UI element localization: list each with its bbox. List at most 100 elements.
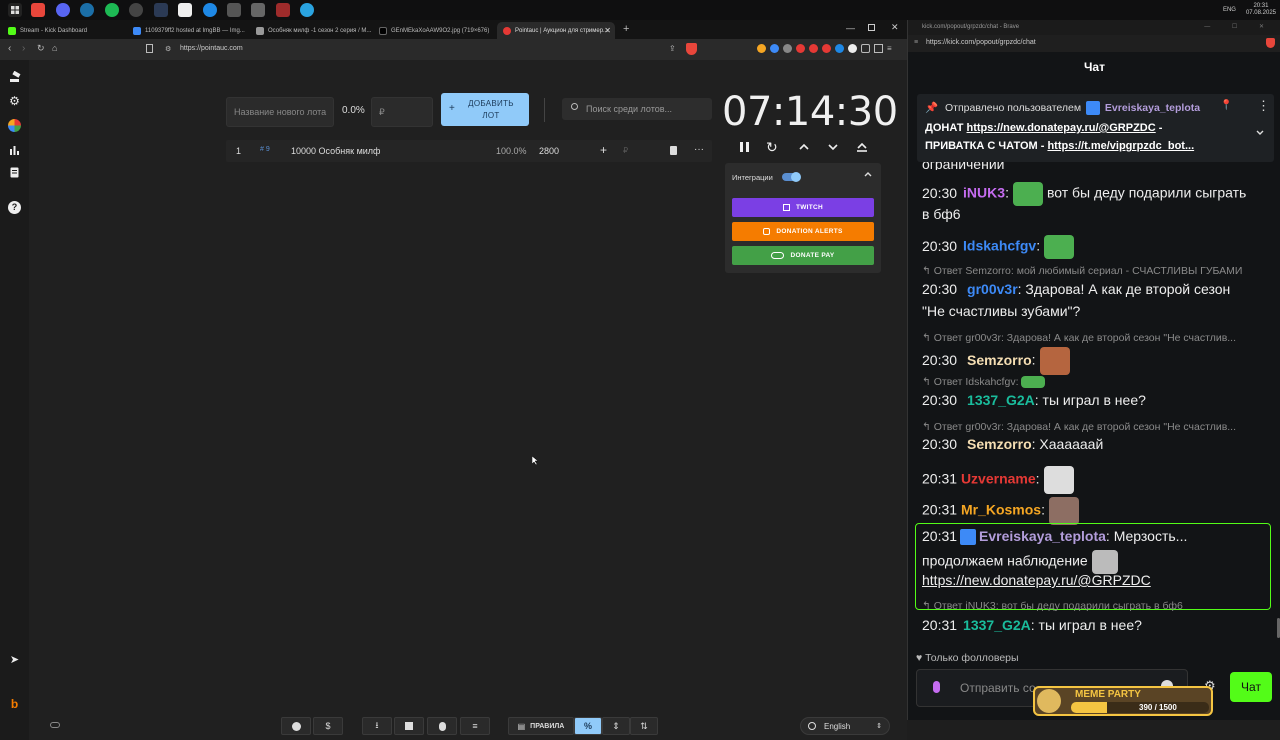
tab-series[interactable]: Особняк милф -1 сезон 2 серия / M...	[250, 22, 372, 39]
time-up-icon[interactable]	[797, 140, 811, 154]
share-icon[interactable]: ⇪	[669, 44, 676, 53]
statistics-icon[interactable]	[8, 143, 21, 156]
send-chat-button[interactable]: Чат	[1230, 672, 1272, 702]
extension-icon[interactable]	[835, 44, 844, 53]
add-lot-button[interactable]: + ДОБАВИТЬ ЛОТ	[441, 93, 529, 126]
message-user[interactable]: gr00v3r	[967, 281, 1018, 297]
message-user[interactable]: 1337_G2A	[963, 617, 1031, 633]
spotify-taskbar-icon[interactable]	[105, 3, 119, 17]
reply-reference[interactable]: ↰ Ответ gr00v3r: Здарова! А как де второ…	[922, 421, 1236, 433]
wheel-icon[interactable]	[8, 119, 21, 132]
donate-pay-integration-button[interactable]: DONATE PAY	[732, 246, 874, 265]
message-user[interactable]: Semzorro	[967, 352, 1032, 368]
new-tab-icon[interactable]: +	[623, 23, 629, 35]
donation-alerts-integration-button[interactable]: DONATION ALERTS	[732, 222, 874, 241]
lot-search-input[interactable]: Поиск среди лотов...	[562, 98, 712, 120]
extension-icon[interactable]	[796, 44, 805, 53]
tab-pointauc[interactable]: Pointauc | Аукцион для стример... ✕	[497, 22, 615, 39]
extension-icon[interactable]	[770, 44, 779, 53]
extension-icon[interactable]	[809, 44, 818, 53]
restart-icon[interactable]: ↻	[766, 140, 780, 154]
help-icon[interactable]: ?	[8, 201, 21, 214]
app-taskbar-icon[interactable]	[154, 3, 168, 17]
time-double-up-icon[interactable]	[855, 140, 869, 154]
extension-icon[interactable]	[757, 44, 766, 53]
new-lot-price-input[interactable]: ₽	[371, 97, 433, 127]
more-options-icon[interactable]: ···	[694, 144, 704, 155]
telegram-taskbar-icon[interactable]	[300, 3, 314, 17]
message-user[interactable]: iNUK3	[963, 185, 1005, 201]
time-down-icon[interactable]	[826, 140, 840, 154]
extension-icon[interactable]	[848, 44, 857, 53]
message-user[interactable]: Idskahcfgv	[963, 238, 1036, 254]
lot-add-button[interactable]: +	[600, 143, 607, 157]
extension-icon[interactable]	[783, 44, 792, 53]
tab-imgbb[interactable]: 1109379ff2 hosted at ImgBB — Img...	[127, 22, 249, 39]
reply-reference[interactable]: ↰ Ответ gr00v3r: Здарова! А как де второ…	[922, 332, 1236, 344]
clock[interactable]: 20:31 07.08.2025	[1246, 3, 1276, 17]
discord-taskbar-icon[interactable]	[56, 3, 70, 17]
tab-image-x[interactable]: GEnMEkaXoAAW9O2.jpg (719×676)	[373, 22, 495, 39]
home-icon[interactable]: ⌂	[52, 43, 57, 53]
site-settings-icon[interactable]: ≡	[914, 39, 918, 46]
reload-icon[interactable]: ↻	[37, 43, 45, 54]
history-clipboard-icon[interactable]	[8, 166, 21, 179]
app4-taskbar-icon[interactable]	[251, 3, 265, 17]
boosty-icon[interactable]: b	[8, 698, 21, 711]
chat-url[interactable]: https://kick.com/popout/grpzdc/chat	[926, 39, 1036, 46]
reply-reference[interactable]: ↰ Ответ iNUK3: вот бы деду подарили сыгр…	[922, 600, 1183, 612]
brave-shield-icon[interactable]	[1266, 38, 1275, 48]
reply-reference[interactable]: ↰ Ответ Semzorro: мой любимый сериал - С…	[922, 265, 1242, 277]
message-user[interactable]: Semzorro	[967, 436, 1032, 452]
expand-chevron-icon[interactable]	[1255, 128, 1265, 138]
visibility-eye-icon[interactable]	[50, 722, 60, 728]
pinned-telegram-link[interactable]: https://t.me/vipgrpzdc_bot...	[1047, 140, 1194, 152]
menu-icon[interactable]: ≡	[887, 44, 892, 53]
unpin-icon[interactable]: 📍	[1220, 100, 1232, 111]
message-user[interactable]: Uzvername	[961, 471, 1036, 487]
obs-taskbar-icon[interactable]	[129, 3, 143, 17]
collapse-chevron-icon[interactable]	[863, 169, 873, 179]
bookmark-icon[interactable]	[146, 44, 153, 53]
minimize-icon[interactable]: —	[846, 23, 855, 33]
steam-taskbar-icon[interactable]	[80, 3, 94, 17]
lot-row[interactable]: 1 # 9 10000 Особняк милф 100.0% 2800 + ₽…	[226, 140, 712, 162]
settings-gear-icon[interactable]: ⚙	[8, 95, 21, 108]
reply-reference[interactable]: ↰ Ответ Idskahcfgv:	[922, 376, 1046, 389]
close-tab-icon[interactable]: ✕	[604, 26, 611, 35]
auction-hammer-icon[interactable]	[8, 71, 21, 84]
lot-amount[interactable]: 2800	[539, 146, 559, 156]
app5-taskbar-icon[interactable]	[276, 3, 290, 17]
microphone-icon[interactable]	[933, 681, 940, 693]
app3-taskbar-icon[interactable]	[227, 3, 241, 17]
app2-taskbar-icon[interactable]	[203, 3, 217, 17]
forward-icon[interactable]: ›	[22, 43, 25, 54]
site-settings-icon[interactable]: ⚙	[165, 45, 171, 53]
maximize-icon[interactable]	[868, 24, 875, 31]
new-lot-name-input[interactable]: Название нового лота	[226, 97, 334, 127]
message-user[interactable]: 1337_G2A	[967, 392, 1035, 408]
close-app-taskbar-icon[interactable]	[178, 3, 192, 17]
lot-add-amount-input[interactable]: ₽	[623, 146, 628, 155]
sidebar-toggle-icon[interactable]	[874, 44, 883, 53]
pinned-user[interactable]: Evreiskaya_teplota	[1105, 102, 1200, 114]
message-user[interactable]: Evreiskaya_teplota	[979, 528, 1106, 544]
tab-kick-dashboard[interactable]: Stream - Kick Dashboard	[2, 22, 124, 39]
telegram-icon[interactable]: ➤	[8, 654, 21, 667]
brave-shield-icon[interactable]	[686, 43, 697, 55]
brave-taskbar-icon[interactable]	[31, 3, 45, 17]
pinned-more-icon[interactable]: ⋮	[1257, 98, 1270, 114]
pause-icon[interactable]	[738, 140, 752, 154]
url-text[interactable]: https://pointauc.com	[180, 45, 243, 52]
back-icon[interactable]: ‹	[8, 43, 11, 54]
extension-icon[interactable]	[822, 44, 831, 53]
lot-name[interactable]: 10000 Особняк милф	[291, 146, 380, 156]
twitch-integration-button[interactable]: TWITCH	[732, 198, 874, 217]
extensions-icon[interactable]	[861, 44, 870, 53]
lang-indicator[interactable]: ENG	[1223, 7, 1236, 13]
close-window-icon[interactable]: ✕	[891, 22, 899, 33]
integrations-toggle[interactable]	[782, 172, 801, 182]
delete-lot-icon[interactable]	[670, 146, 677, 155]
pinned-donate-link[interactable]: https://new.donatepay.ru/@GRPZDC	[967, 122, 1156, 134]
windows-start-icon[interactable]	[8, 3, 22, 17]
